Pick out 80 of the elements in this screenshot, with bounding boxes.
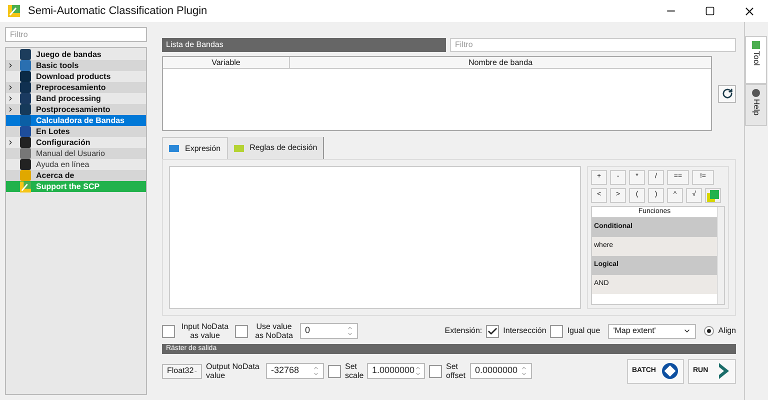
- tree-item-label: Calculadora de Bandas: [36, 116, 124, 124]
- tool-icon: [20, 71, 31, 82]
- nodata-spinbox[interactable]: -32768: [266, 363, 324, 379]
- side-tab[interactable]: Tool: [745, 36, 767, 84]
- layers-icon: [707, 190, 719, 202]
- checkbox[interactable]: [328, 364, 341, 378]
- tab-icon: [752, 89, 760, 97]
- checkbox-label: Set offset: [446, 362, 466, 380]
- tool-icon: [20, 170, 31, 181]
- column-header[interactable]: Nombre de banda: [290, 57, 711, 68]
- checkbox-label: Set scale: [345, 362, 363, 380]
- tree-item[interactable]: En Lotes: [6, 126, 146, 137]
- tool-icon: [20, 82, 31, 93]
- tree-item-label: Support the SCP: [36, 182, 100, 190]
- radio-label: Align: [718, 325, 736, 337]
- filter-field[interactable]: Filtro: [5, 27, 147, 42]
- tab-icon: [234, 144, 244, 152]
- extent-label: Extensión:: [444, 325, 482, 337]
- column-header[interactable]: Variable: [163, 57, 290, 68]
- maximize-icon[interactable]: [705, 6, 715, 16]
- section-header: Lista de Bandas: [162, 38, 446, 52]
- tab-icon: [752, 41, 760, 49]
- run-arrow-icon: [717, 362, 731, 380]
- app-logo-icon: [8, 5, 20, 17]
- checkbox[interactable]: [550, 324, 564, 338]
- tool-icon: [20, 49, 31, 60]
- tree-item-label: Postprocesamiento: [36, 106, 110, 114]
- tree-item-label: Manual del Usuario: [36, 150, 105, 158]
- checkbox[interactable]: [162, 324, 175, 338]
- tree-item[interactable]: Acerca de: [6, 170, 146, 181]
- tab-icon: [169, 145, 179, 152]
- logo-icon: [20, 180, 31, 192]
- checkbox-label: Input NoData as value: [180, 322, 230, 340]
- batch-icon: [661, 362, 679, 380]
- scale-spinbox[interactable]: 1.0000000: [367, 363, 425, 379]
- tree-item-label: Preprocesamiento: [36, 84, 106, 92]
- tool-icon: [20, 115, 31, 126]
- tool-icon: [20, 126, 31, 137]
- checkbox-label: Intersección: [503, 325, 546, 337]
- nodata-spinbox[interactable]: 0: [300, 323, 358, 339]
- window-title: Semi-Automatic Classification Plugin: [28, 4, 208, 19]
- scrollbar[interactable]: [717, 207, 724, 304]
- extent-dropdown[interactable]: 'Map extent': [608, 324, 696, 338]
- tree-item-label: Juego de bandas: [36, 50, 102, 58]
- tree-item[interactable]: Preprocesamiento: [6, 82, 146, 93]
- radio-button[interactable]: [704, 326, 714, 336]
- filter-field[interactable]: Filtro: [450, 38, 736, 52]
- tool-icon: [20, 60, 31, 71]
- field-label: Output NoData value: [206, 362, 260, 380]
- layers-button[interactable]: [705, 188, 721, 203]
- tool-icon: [20, 93, 31, 104]
- tool-icon: [20, 137, 31, 148]
- tree-item-label: En Lotes: [36, 128, 70, 136]
- tool-icon: [20, 104, 31, 115]
- tree-item-label: Download products: [36, 72, 111, 80]
- tree-item-label: Ayuda en línea: [36, 160, 90, 168]
- tab[interactable]: Reglas de decisión: [228, 137, 324, 159]
- data-type-dropdown[interactable]: Float32: [162, 364, 202, 378]
- checkbox-label: Use value as NoData: [254, 322, 294, 340]
- tool-icon: [20, 159, 31, 170]
- tree-item[interactable]: Postprocesamiento: [6, 104, 146, 115]
- tree-item-label: Configuración: [36, 138, 90, 146]
- tree-item-label: Acerca de: [36, 172, 74, 180]
- side-tab[interactable]: Help: [745, 84, 767, 126]
- tree-item-label: Basic tools: [36, 62, 79, 70]
- checkbox[interactable]: [486, 324, 500, 338]
- offset-spinbox[interactable]: 0.0000000: [470, 363, 532, 379]
- tree-item[interactable]: Basic tools: [6, 60, 146, 71]
- checkbox[interactable]: [429, 364, 442, 378]
- tree-item[interactable]: Manual del Usuario: [6, 148, 146, 159]
- checkbox[interactable]: [235, 324, 248, 338]
- close-icon[interactable]: [743, 4, 756, 18]
- checkbox-label: Igual que: [567, 325, 600, 337]
- tool-icon: [20, 148, 31, 159]
- tree-item[interactable]: Calculadora de Bandas: [6, 115, 146, 126]
- tab[interactable]: Expresión: [162, 137, 228, 159]
- refresh-icon: [722, 88, 732, 99]
- refresh-button[interactable]: [718, 84, 736, 102]
- tree-item-label: Band processing: [36, 94, 101, 102]
- expression-field[interactable]: [169, 166, 581, 309]
